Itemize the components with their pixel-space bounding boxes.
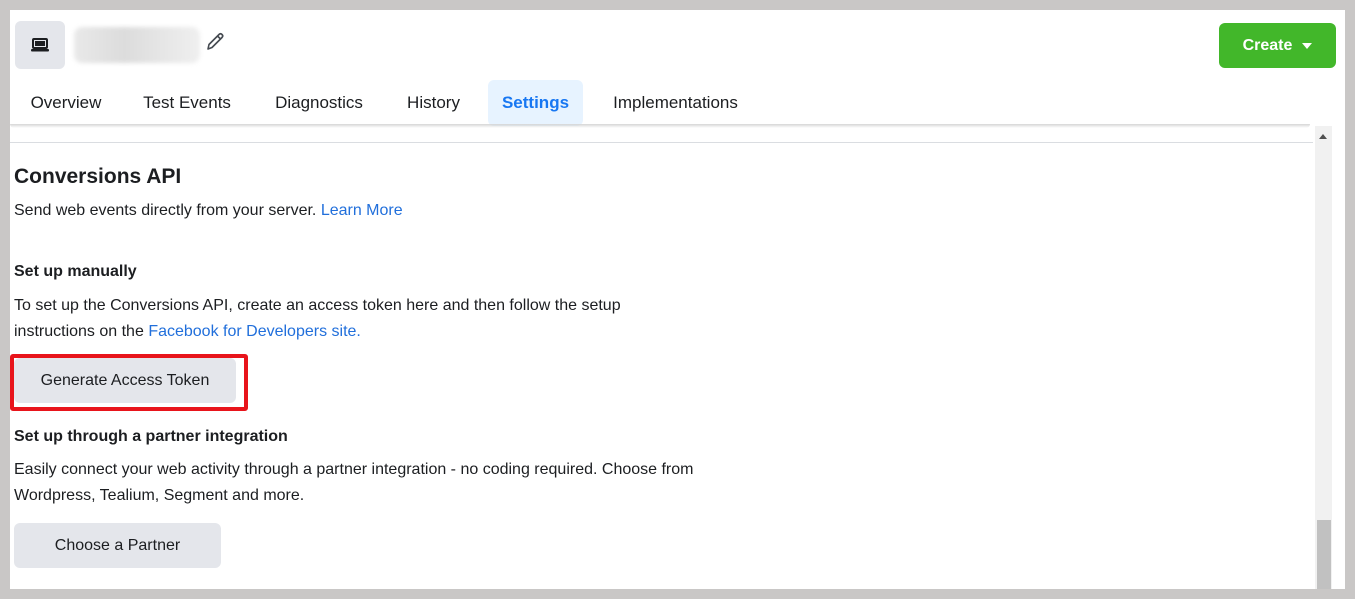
create-button[interactable]: Create xyxy=(1219,23,1336,68)
manual-setup-heading: Set up manually xyxy=(14,263,137,280)
partner-setup-heading: Set up through a partner integration xyxy=(14,428,288,445)
choose-partner-button[interactable]: Choose a Partner xyxy=(14,523,221,568)
manual-setup-text: To set up the Conversions API, create an… xyxy=(14,293,621,345)
pencil-icon[interactable] xyxy=(203,30,227,54)
description-text: Send web events directly from your serve… xyxy=(14,202,317,219)
tab-overview[interactable]: Overview xyxy=(20,80,112,126)
tab-bar: Overview Test Events Diagnostics History… xyxy=(10,80,1345,126)
facebook-developers-link[interactable]: Facebook for Developers site. xyxy=(148,323,361,340)
partner-setup-line-1: Easily connect your web activity through… xyxy=(14,461,694,478)
tab-bar-shadow xyxy=(10,124,1310,128)
scroll-up-arrow-icon[interactable] xyxy=(1319,134,1327,139)
vertical-scrollbar[interactable] xyxy=(1315,126,1332,589)
pixel-name-redacted xyxy=(74,27,200,63)
content-divider xyxy=(10,142,1313,143)
caret-down-icon xyxy=(1302,42,1313,49)
highlight-box xyxy=(10,354,248,411)
tab-settings[interactable]: Settings xyxy=(488,80,583,126)
tab-diagnostics[interactable]: Diagnostics xyxy=(263,80,375,126)
tab-implementations[interactable]: Implementations xyxy=(599,80,752,126)
tab-history[interactable]: History xyxy=(395,80,472,126)
pixel-icon-container xyxy=(15,21,65,69)
manual-setup-line-2: instructions on the Facebook for Develop… xyxy=(14,319,621,345)
manual-setup-line-1: To set up the Conversions API, create an… xyxy=(14,297,621,314)
scroll-thumb[interactable] xyxy=(1317,520,1331,589)
laptop-icon xyxy=(31,38,49,52)
create-button-label: Create xyxy=(1242,36,1293,54)
partner-setup-line-2: Wordpress, Tealium, Segment and more. xyxy=(14,487,305,504)
partner-setup-text: Easily connect your web activity through… xyxy=(14,457,693,509)
learn-more-link[interactable]: Learn More xyxy=(321,202,403,219)
manual-setup-line-2-prefix: instructions on the xyxy=(14,323,144,340)
section-description: Send web events directly from your serve… xyxy=(14,198,403,224)
section-title: Conversions API xyxy=(14,165,182,188)
events-manager-panel: Create Overview Test Events Diagnostics … xyxy=(10,10,1345,589)
tab-test-events[interactable]: Test Events xyxy=(132,80,242,126)
